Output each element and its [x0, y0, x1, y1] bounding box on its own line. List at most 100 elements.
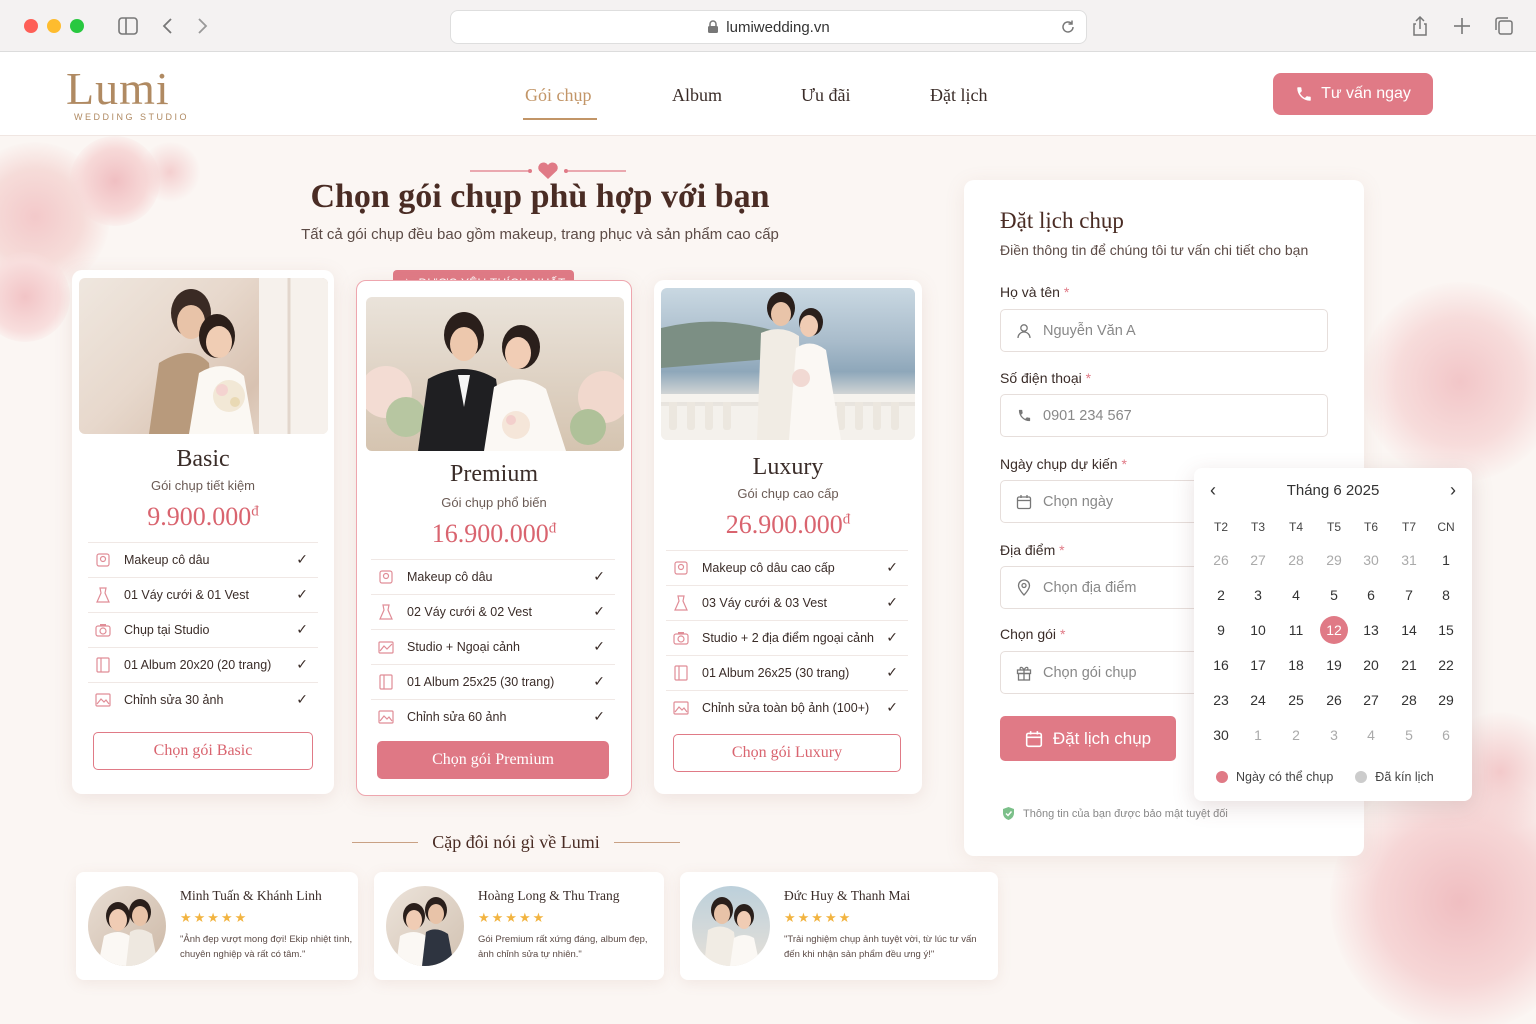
testimonials-heading: Cặp đôi nói gì về Lumi — [432, 832, 600, 852]
calendar-day[interactable]: 27 — [1357, 686, 1385, 714]
feature-row: Makeup cô dâu ✓ — [88, 542, 318, 576]
nav-link-uu-dai[interactable]: Ưu đãi — [801, 85, 850, 106]
feature-row: Makeup cô dâu ✓ — [371, 559, 615, 593]
calendar-day[interactable]: 28 — [1395, 686, 1423, 714]
calendar-day[interactable]: 14 — [1395, 616, 1423, 644]
calendar-day[interactable]: 10 — [1244, 616, 1272, 644]
calendar-day[interactable]: 22 — [1432, 651, 1460, 679]
maximize-window-button[interactable] — [70, 19, 84, 33]
package-card-premium: Premium Gói chụp phổ biến 16.900.000đ Ma… — [356, 280, 632, 796]
sidebar-icon[interactable] — [116, 14, 140, 38]
close-window-button[interactable] — [24, 19, 38, 33]
calendar-day-selected[interactable]: 12 — [1320, 616, 1348, 644]
date-label: Ngày chụp dự kiến * — [1000, 456, 1127, 472]
calendar-day[interactable]: 13 — [1357, 616, 1385, 644]
address-bar[interactable]: lumiwedding.vn — [450, 10, 1087, 44]
calendar-day[interactable]: 17 — [1244, 651, 1272, 679]
hero-title: Chọn gói chụp phù hợp với bạn — [310, 178, 770, 215]
package-price-basic: 9.900.000đ — [147, 502, 259, 531]
calendar-day[interactable]: 20 — [1357, 651, 1385, 679]
consult-now-button[interactable]: Tư vấn ngay — [1273, 73, 1433, 115]
feature-row: Makeup cô dâu cao cấp ✓ — [666, 550, 908, 584]
nav-link-goi-chup[interactable]: Gói chụp — [525, 85, 592, 106]
weekday-label: T4 — [1288, 520, 1303, 534]
calendar-day[interactable]: 11 — [1282, 616, 1310, 644]
select-basic-button[interactable]: Chọn gói Basic — [93, 732, 313, 770]
calendar-day[interactable]: 4 — [1282, 581, 1310, 609]
weekday-label: T5 — [1326, 520, 1341, 534]
feature-row: 01 Váy cưới & 01 Vest ✓ — [88, 577, 318, 611]
rating-stars: ★★★★★ — [784, 910, 853, 925]
calendar-day[interactable]: 5 — [1395, 721, 1423, 749]
calendar-day[interactable]: 24 — [1244, 686, 1272, 714]
back-icon[interactable] — [156, 14, 180, 38]
feature-row: Chỉnh sửa toàn bộ ảnh (100+) ✓ — [666, 690, 908, 724]
calendar-day[interactable]: 23 — [1207, 686, 1235, 714]
name-placeholder: Nguyễn Văn A — [1043, 322, 1136, 339]
check-icon: ✓ — [296, 656, 308, 672]
calendar-day[interactable]: 5 — [1320, 581, 1348, 609]
calendar-day[interactable]: 15 — [1432, 616, 1460, 644]
calendar-day[interactable]: 26 — [1207, 546, 1235, 574]
hero-subtitle: Tất cả gói chụp đều bao gồm makeup, tran… — [301, 226, 779, 243]
share-icon[interactable] — [1408, 14, 1432, 38]
calendar-day[interactable]: 16 — [1207, 651, 1235, 679]
calendar-day[interactable]: 18 — [1282, 651, 1310, 679]
submit-booking-button[interactable]: Đặt lịch chụp — [1000, 716, 1176, 761]
calendar-day[interactable]: 8 — [1432, 581, 1460, 609]
calendar-day[interactable]: 9 — [1207, 616, 1235, 644]
new-tab-icon[interactable] — [1450, 14, 1474, 38]
calendar-day[interactable]: 21 — [1395, 651, 1423, 679]
feature-label: Makeup cô dâu — [124, 552, 210, 567]
calendar-day[interactable]: 1 — [1432, 546, 1460, 574]
check-icon: ✓ — [296, 691, 308, 707]
select-premium-button[interactable]: Chọn gói Premium — [377, 741, 609, 779]
feature-label: 01 Váy cưới & 01 Vest — [124, 587, 249, 602]
calendar-month-label: Tháng 6 2025 — [1286, 482, 1380, 499]
calendar-day[interactable]: 6 — [1432, 721, 1460, 749]
browser-toolbar: lumiwedding.vn — [0, 0, 1536, 52]
active-nav-indicator — [523, 118, 597, 120]
phone-icon — [1297, 87, 1311, 101]
feature-label: Studio + Ngoại cảnh — [407, 639, 520, 654]
calendar-day[interactable]: 25 — [1282, 686, 1310, 714]
calendar-day[interactable]: 29 — [1320, 546, 1348, 574]
feature-label: Chỉnh sửa 30 ảnh — [124, 692, 224, 707]
reviewer-name: Minh Tuấn & Khánh Linh — [180, 888, 322, 903]
available-dot — [1216, 771, 1228, 783]
next-month-icon[interactable]: › — [1450, 480, 1456, 501]
nav-link-album[interactable]: Album — [672, 85, 722, 106]
calendar-day[interactable]: 2 — [1207, 581, 1235, 609]
calendar-day[interactable]: 29 — [1432, 686, 1460, 714]
calendar-day[interactable]: 3 — [1244, 581, 1272, 609]
logo[interactable]: Lumi WEDDING STUDIO — [66, 66, 189, 123]
select-luxury-button[interactable]: Chọn gói Luxury — [673, 734, 901, 772]
calendar-day[interactable]: 1 — [1244, 721, 1272, 749]
feature-label: Chỉnh sửa 60 ảnh — [407, 709, 507, 724]
calendar-day[interactable]: 3 — [1320, 721, 1348, 749]
calendar-day[interactable]: 26 — [1320, 686, 1348, 714]
calendar-day[interactable]: 30 — [1357, 546, 1385, 574]
makeup-icon — [377, 568, 395, 586]
feature-label: 02 Váy cưới & 02 Vest — [407, 604, 532, 619]
check-icon: ✓ — [593, 603, 605, 619]
calendar-day[interactable]: 19 — [1320, 651, 1348, 679]
name-field[interactable]: Nguyễn Văn A — [1000, 309, 1328, 352]
calendar-day[interactable]: 27 — [1244, 546, 1272, 574]
nav-link-dat-lich[interactable]: Đặt lịch — [930, 85, 987, 106]
phone-field[interactable]: 0901 234 567 — [1000, 394, 1328, 437]
calendar-day[interactable]: 30 — [1207, 721, 1235, 749]
calendar-day[interactable]: 2 — [1282, 721, 1310, 749]
reload-icon[interactable] — [1060, 19, 1076, 35]
location-placeholder: Chọn địa điểm — [1043, 579, 1137, 596]
calendar-day[interactable]: 7 — [1395, 581, 1423, 609]
check-icon: ✓ — [296, 621, 308, 637]
forward-icon[interactable] — [190, 14, 214, 38]
calendar-day[interactable]: 28 — [1282, 546, 1310, 574]
calendar-day[interactable]: 31 — [1395, 546, 1423, 574]
package-tagline-basic: Gói chụp tiết kiệm — [150, 478, 256, 493]
tab-overview-icon[interactable] — [1492, 14, 1516, 38]
calendar-day[interactable]: 4 — [1357, 721, 1385, 749]
calendar-day[interactable]: 6 — [1357, 581, 1385, 609]
minimize-window-button[interactable] — [47, 19, 61, 33]
